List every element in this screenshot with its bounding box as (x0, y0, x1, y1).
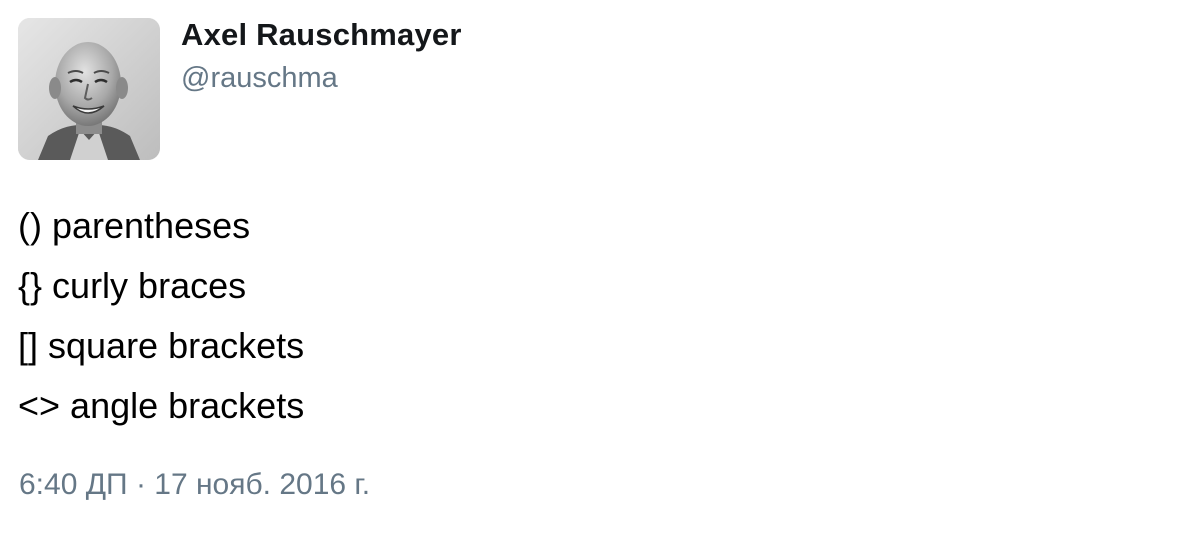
tweet-date[interactable]: 17 нояб. 2016 г. (154, 468, 370, 501)
tweet-line: () parentheses (18, 205, 251, 246)
tweet-time[interactable]: 6:40 ДП (19, 468, 128, 501)
tweet-line: <> angle brackets (18, 385, 305, 426)
tweet-timestamp: 6:40 ДП · 17 нояб. 2016 г. (19, 462, 370, 508)
tweet-text: () parentheses {} curly braces [] square… (18, 196, 304, 436)
tweet-card: Axel Rauschmayer @rauschma () parenthese… (0, 0, 1196, 536)
avatar-photo-icon (18, 18, 160, 160)
author-handle[interactable]: @rauschma (181, 58, 462, 98)
author-info: Axel Rauschmayer @rauschma (181, 14, 462, 98)
tweet-line: [] square brackets (18, 325, 305, 366)
avatar[interactable] (18, 18, 160, 160)
timestamp-separator: · (127, 468, 155, 501)
author-display-name[interactable]: Axel Rauschmayer (181, 14, 462, 56)
tweet-line: {} curly braces (18, 265, 247, 306)
